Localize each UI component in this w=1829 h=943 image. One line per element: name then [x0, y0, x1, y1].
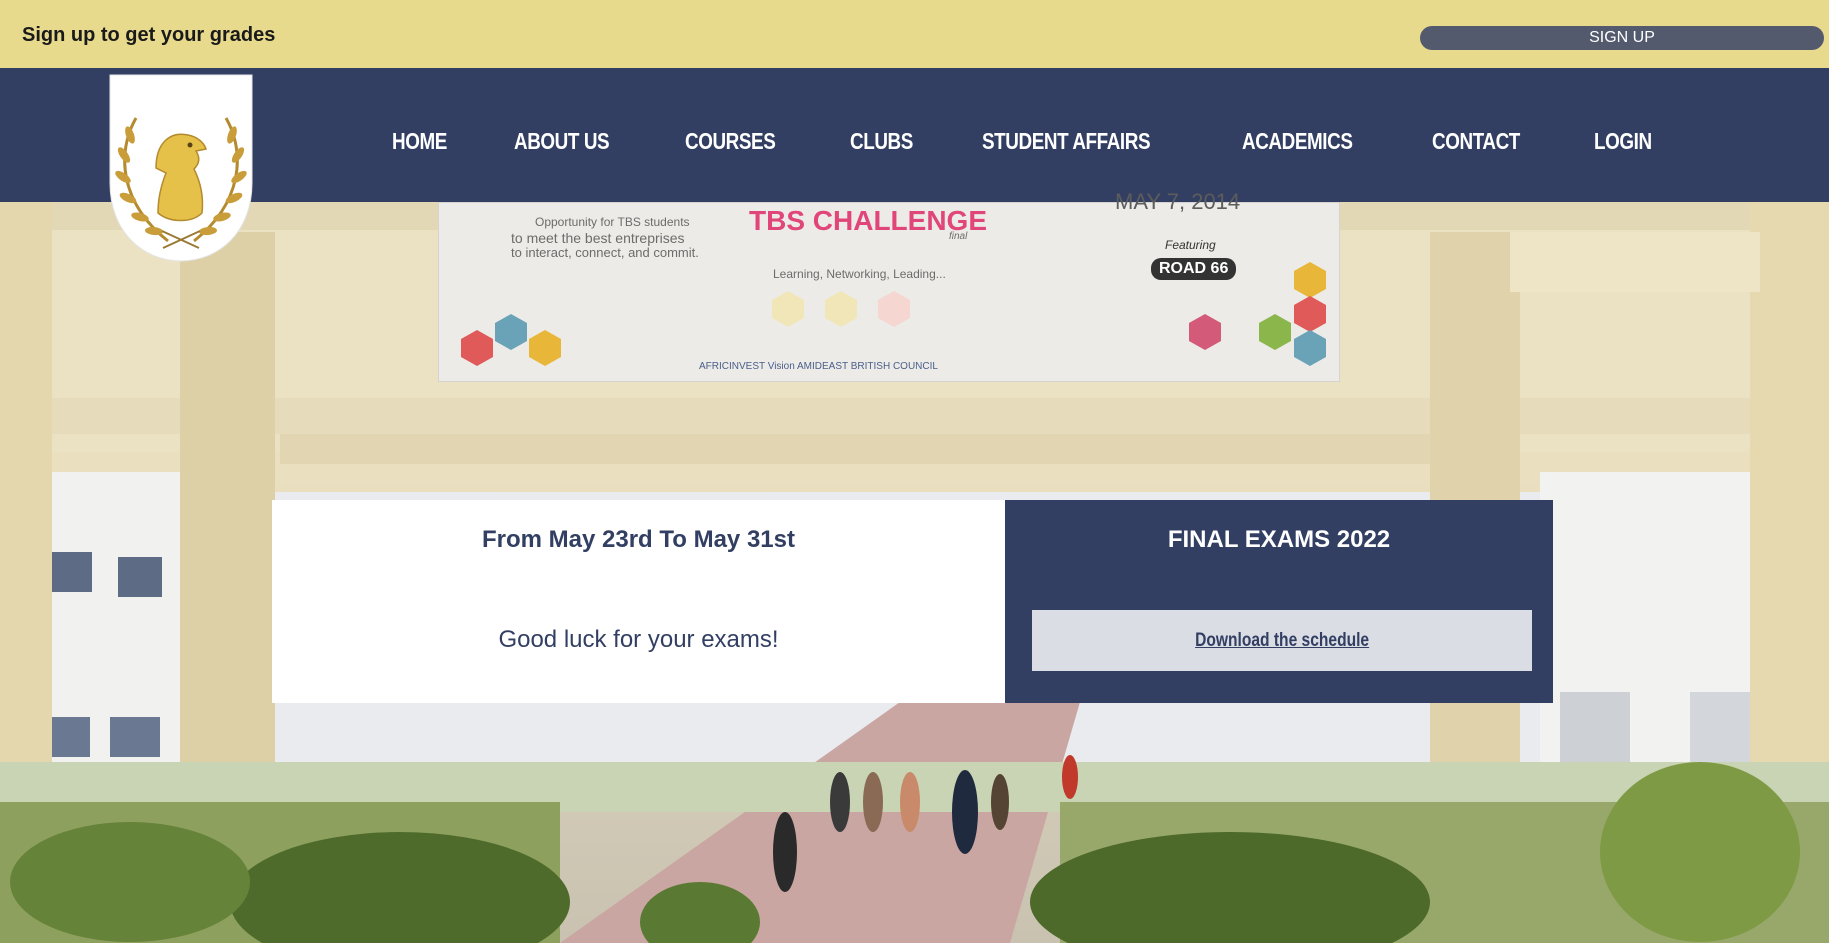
download-schedule-button[interactable]: Download the schedule: [1032, 610, 1532, 671]
nav-item-student-affairs[interactable]: STUDENT AFFAIRS: [982, 128, 1151, 155]
main-navbar: HOME ABOUT US COURSES CLUBS STUDENT AFFA…: [0, 68, 1829, 202]
announcement-text: Sign up to get your grades: [22, 24, 276, 46]
nav-item-contact[interactable]: CONTACT: [1432, 128, 1520, 155]
nav-item-home[interactable]: HOME: [392, 128, 447, 155]
nav-item-clubs[interactable]: CLUBS: [850, 128, 913, 155]
sign-up-button[interactable]: SIGN UP: [1420, 26, 1824, 50]
final-exams-title: FINAL EXAMS 2022: [1167, 526, 1391, 553]
banner-hexagon-icons: [461, 262, 1326, 366]
nav-item-login[interactable]: LOGIN: [1594, 128, 1652, 155]
event-banner: Opportunity for TBS students to meet the…: [438, 189, 1340, 382]
nav-item-courses[interactable]: COURSES: [685, 128, 776, 155]
nav-item-academics[interactable]: ACADEMICS: [1242, 128, 1353, 155]
download-schedule-label: Download the schedule: [1194, 630, 1369, 651]
exam-info-card: From May 23rd To May 31st Good luck for …: [272, 500, 1005, 703]
eagle-laurel-crest-icon: [109, 74, 253, 262]
exam-dates: From May 23rd To May 31st: [482, 526, 795, 553]
school-crest-logo[interactable]: [108, 73, 254, 263]
nav-menu: HOME ABOUT US COURSES CLUBS STUDENT AFFA…: [392, 128, 1720, 155]
exam-schedule-card: FINAL EXAMS 2022 Download the schedule: [1005, 500, 1553, 703]
good-luck-message: Good luck for your exams!: [498, 626, 779, 653]
nav-item-about-us[interactable]: ABOUT US: [514, 128, 610, 155]
announcement-bar: Sign up to get your grades SIGN UP: [0, 0, 1829, 68]
